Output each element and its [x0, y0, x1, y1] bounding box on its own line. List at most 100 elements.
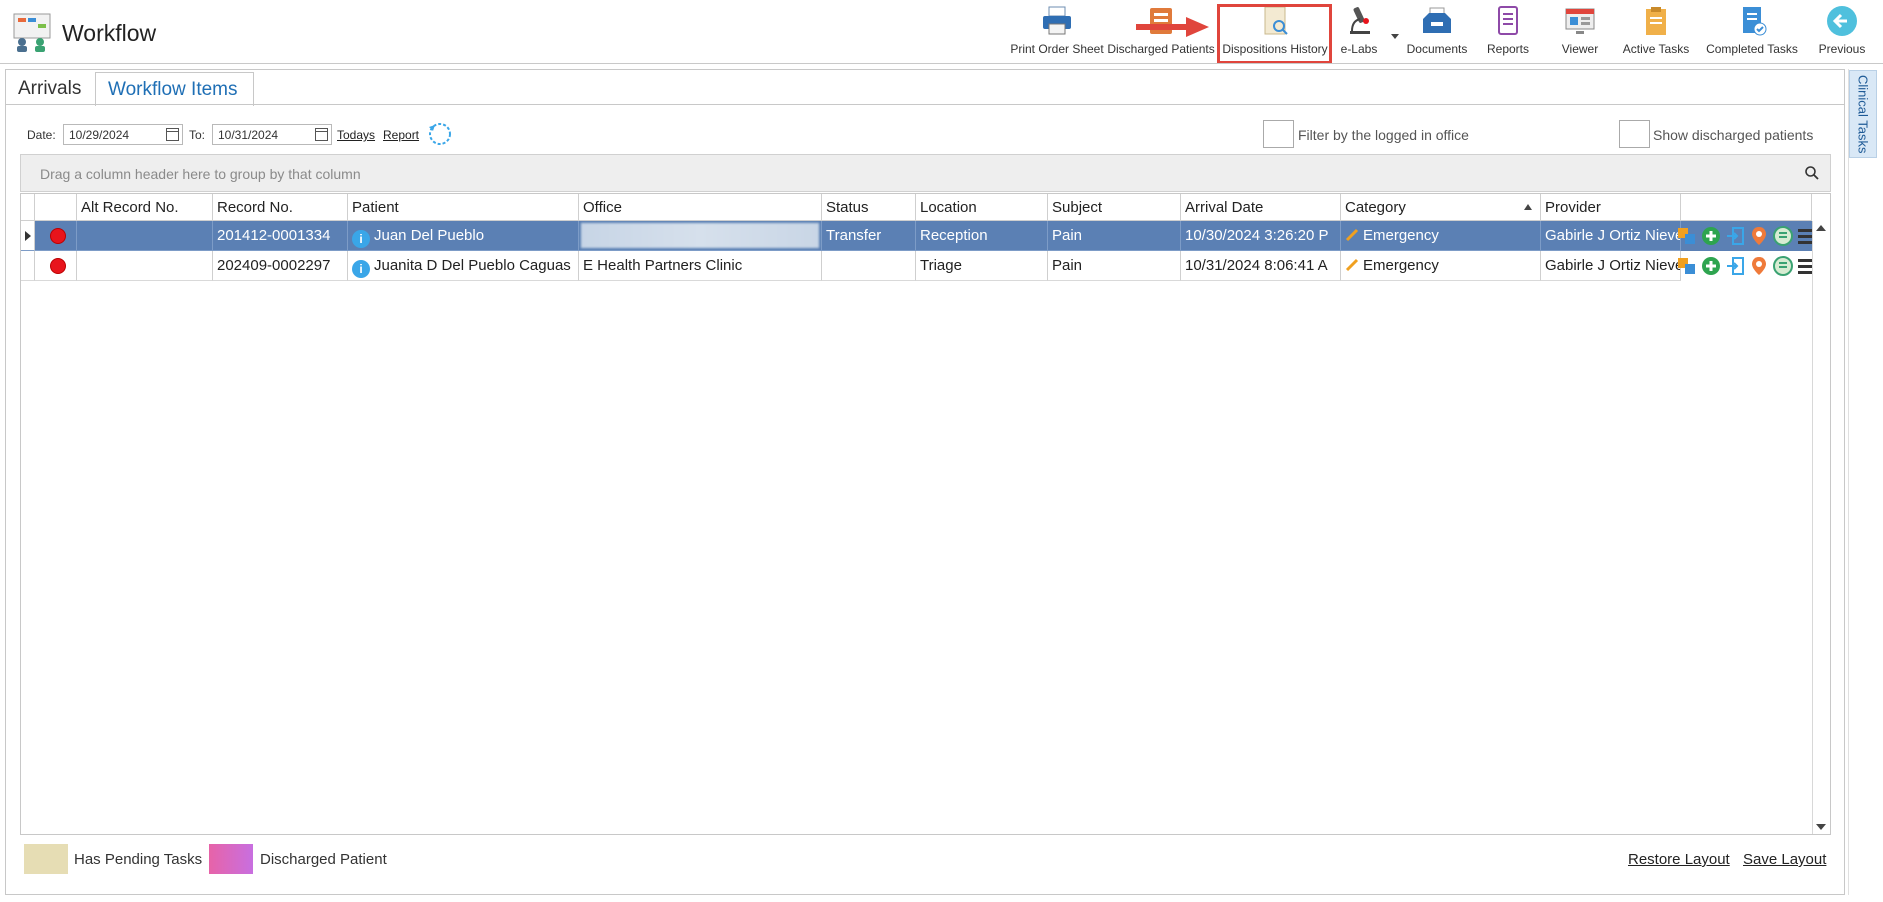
red-arrow-annotation [1136, 17, 1209, 37]
show-discharged-checkbox[interactable] [1619, 120, 1650, 148]
documents-label: Documents [1406, 42, 1468, 56]
provider-cell: Gabirle J Ortiz Nieve [1541, 221, 1681, 251]
scroll-down-icon[interactable] [1816, 824, 1826, 830]
header-status[interactable]: Status [822, 194, 916, 221]
tab-arrivals[interactable]: Arrivals [6, 72, 93, 105]
grid-vertical-scrollbar[interactable] [1812, 221, 1830, 834]
date-from-label: Date: [27, 128, 56, 142]
pencil-icon [1345, 258, 1359, 272]
alt-record-cell [77, 251, 213, 281]
check-in-icon[interactable] [1724, 256, 1745, 277]
location-cell: Reception [916, 221, 1048, 251]
record-no-cell: 202409-0002297 [213, 251, 348, 281]
workflow-grid: Alt Record No. Record No. Patient Office… [20, 193, 1831, 835]
alt-record-cell [77, 221, 213, 251]
completed-tasks-icon [1735, 4, 1769, 38]
status-text-cell: Transfer [822, 221, 916, 251]
patient-name: Juanita D Del Pueblo Caguas [374, 257, 571, 274]
restore-layout-link[interactable]: Restore Layout [1628, 851, 1730, 868]
pending-tasks-swatch [24, 844, 68, 874]
save-layout-link[interactable]: Save Layout [1743, 851, 1826, 868]
row-indicator [21, 221, 35, 251]
calendar-icon[interactable] [315, 128, 328, 141]
header-patient[interactable]: Patient [348, 194, 579, 221]
office-cell: E Health Partners Clinic [579, 251, 822, 281]
info-icon[interactable]: i [352, 260, 370, 278]
status-dot-header [35, 194, 77, 221]
group-by-panel[interactable]: Drag a column header here to group by th… [20, 154, 1831, 192]
location-cell: Triage [916, 251, 1048, 281]
workflow-app-icon [12, 12, 52, 52]
subject-cell: Pain [1048, 221, 1181, 251]
print-order-sheet-label: Print Order Sheet [1010, 42, 1104, 56]
clinical-tasks-tab[interactable]: Clinical Tasks [1849, 70, 1877, 158]
e-labs-button[interactable]: e-Labs [1330, 4, 1388, 60]
provider-cell: Gabirle J Ortiz Nieve [1541, 251, 1681, 281]
e-labs-dropdown-icon[interactable] [1388, 28, 1402, 39]
header-subject[interactable]: Subject [1048, 194, 1181, 221]
previous-button[interactable]: Previous [1812, 4, 1872, 60]
group-by-hint: Drag a column header here to group by th… [40, 166, 361, 182]
scroll-up-icon[interactable] [1816, 225, 1826, 231]
search-icon[interactable] [1804, 165, 1820, 181]
header-office[interactable]: Office [579, 194, 822, 221]
location-pin-icon[interactable] [1748, 226, 1769, 247]
pending-tasks-legend: Has Pending Tasks [74, 851, 203, 868]
discharged-patient-swatch [209, 844, 253, 874]
category-cell: Emergency [1341, 251, 1541, 281]
header-category[interactable]: Category [1341, 194, 1541, 221]
viewer-button[interactable]: Viewer [1550, 4, 1610, 60]
info-icon[interactable]: i [352, 230, 370, 248]
notes-icon[interactable] [1772, 226, 1793, 247]
reports-label: Reports [1486, 42, 1530, 56]
discharged-patients-label: Discharged Patients [1107, 42, 1215, 56]
viewer-icon [1563, 4, 1597, 38]
category-cell: Emergency [1341, 221, 1541, 251]
add-icon[interactable] [1700, 226, 1721, 247]
table-row[interactable]: 202409-0002297 i Juanita D Del Pueblo Cag… [21, 251, 1816, 281]
header-location[interactable]: Location [916, 194, 1048, 221]
report-link[interactable]: Report [383, 128, 419, 142]
record-no-cell: 201412-0001334 [213, 221, 348, 251]
header-alt-record-no[interactable]: Alt Record No. [77, 194, 213, 221]
status-dot-icon [50, 258, 66, 274]
calendar-icon[interactable] [166, 128, 179, 141]
documents-tray-icon [1420, 4, 1454, 38]
print-order-sheet-button[interactable]: Print Order Sheet [1006, 4, 1108, 60]
completed-tasks-label: Completed Tasks [1706, 42, 1798, 56]
microscope-icon [1342, 4, 1376, 38]
active-tasks-button[interactable]: Active Tasks [1618, 4, 1694, 60]
add-icon[interactable] [1700, 256, 1721, 277]
transfer-icon[interactable] [1676, 256, 1697, 277]
discharged-patient-legend: Discharged Patient [260, 851, 387, 868]
check-in-icon[interactable] [1724, 226, 1745, 247]
previous-label: Previous [1818, 42, 1866, 56]
header-arrival-date[interactable]: Arrival Date [1181, 194, 1341, 221]
documents-button[interactable]: Documents [1402, 4, 1472, 60]
category-label: Emergency [1363, 257, 1439, 274]
date-from-input[interactable]: 10/29/2024 [63, 124, 183, 145]
todays-link[interactable]: Todays [337, 128, 375, 142]
table-row[interactable]: 201412-0001334 i Juan Del Pueblo Transfer… [21, 221, 1816, 251]
pencil-icon [1345, 228, 1359, 242]
header-record-no[interactable]: Record No. [213, 194, 348, 221]
tab-workflow-items[interactable]: Workflow Items [95, 72, 254, 106]
transfer-icon[interactable] [1676, 226, 1697, 247]
location-pin-icon[interactable] [1748, 256, 1769, 277]
row-actions [1676, 225, 1818, 247]
notes-icon[interactable] [1772, 256, 1793, 277]
completed-tasks-button[interactable]: Completed Tasks [1704, 4, 1800, 60]
row-actions [1676, 255, 1818, 277]
filter-office-checkbox[interactable] [1263, 120, 1294, 148]
header-category-label: Category [1345, 199, 1406, 216]
printer-icon [1040, 4, 1074, 38]
date-from-value: 10/29/2024 [69, 128, 130, 142]
refresh-icon[interactable] [427, 121, 453, 147]
subject-cell: Pain [1048, 251, 1181, 281]
date-to-input[interactable]: 10/31/2024 [212, 124, 332, 145]
arrival-date-cell: 10/30/2024 3:26:20 P [1181, 221, 1341, 251]
header-provider[interactable]: Provider [1541, 194, 1681, 221]
reports-button[interactable]: Reports [1478, 4, 1538, 60]
status-cell [35, 251, 77, 281]
tab-divider [6, 104, 1844, 105]
